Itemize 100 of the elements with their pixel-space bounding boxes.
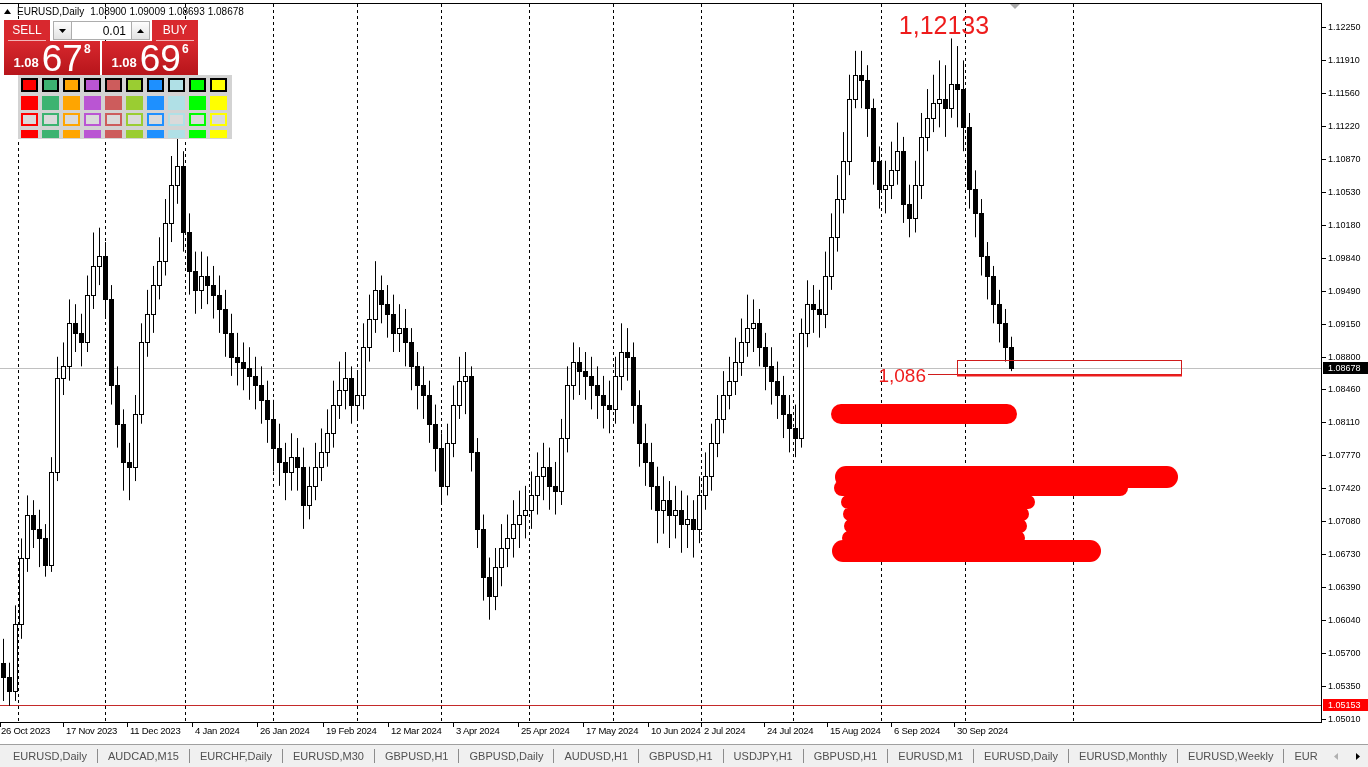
axis-price-label: 1.10180	[1328, 220, 1361, 231]
color-swatch[interactable]	[21, 95, 38, 110]
axis-price-label: 1.05010	[1328, 714, 1361, 725]
symbol-label: EURUSD,Daily	[17, 5, 85, 18]
ohlc-value: 1.08900	[90, 5, 127, 18]
date-label: 3 Apr 2024	[456, 725, 500, 737]
chart-tab[interactable]: EURUSD,M1	[888, 745, 974, 767]
chart-tab[interactable]: EURUSD,Daily	[3, 745, 97, 767]
color-swatch[interactable]	[126, 129, 143, 138]
ohlc-value: 1.08678	[207, 5, 244, 18]
color-swatch[interactable]	[105, 95, 122, 110]
buy-button[interactable]: BUY	[152, 20, 198, 41]
color-swatch[interactable]	[84, 113, 101, 126]
color-swatch[interactable]	[126, 113, 143, 126]
color-swatch[interactable]	[168, 78, 185, 92]
color-swatch[interactable]	[21, 78, 38, 92]
chart-tab[interactable]: AUDCAD,M15	[97, 745, 189, 767]
color-swatch[interactable]	[21, 113, 38, 126]
ohlc-value: 1.08693	[168, 5, 205, 18]
color-swatch[interactable]	[210, 129, 227, 138]
color-swatch[interactable]	[84, 129, 101, 138]
price-note: 1,086	[878, 364, 926, 386]
date-label: 24 Jul 2024	[767, 725, 814, 737]
caret-right-icon	[1356, 752, 1360, 760]
color-swatch[interactable]	[210, 78, 227, 92]
color-swatch[interactable]	[21, 129, 38, 138]
date-label: 19 Feb 2024	[326, 725, 377, 737]
axis-price-label: 1.08110	[1328, 417, 1360, 428]
axis-price-label: 1.11560	[1328, 88, 1360, 99]
color-swatch[interactable]	[42, 95, 59, 110]
date-label: 26 Jan 2024	[260, 725, 310, 737]
axis-price-label: 1.07770	[1328, 450, 1361, 461]
date-label: 4 Jan 2024	[195, 725, 240, 737]
caret-up-icon	[4, 9, 11, 14]
color-swatch[interactable]	[42, 113, 59, 126]
date-label: 2 Jul 2024	[704, 725, 746, 737]
chart-tab[interactable]: GBPUSD,H1	[374, 745, 459, 767]
color-swatch[interactable]	[126, 95, 143, 110]
color-swatch[interactable]	[168, 95, 185, 110]
date-label: 26 Oct 2023	[1, 725, 50, 737]
color-swatch[interactable]	[84, 95, 101, 110]
axis-price-label: 1.11220	[1328, 121, 1360, 132]
axis-price-label: 1.09490	[1328, 286, 1361, 297]
axis-price-label: 1.09840	[1328, 253, 1361, 264]
level-price-tag: 1.05153	[1323, 699, 1368, 711]
chart-tab[interactable]: USDJPY,H1	[723, 745, 803, 767]
chart-tab[interactable]: GBPUSD,H1	[639, 745, 723, 767]
caret-up-icon	[137, 28, 144, 33]
lot-up-button[interactable]	[131, 21, 150, 40]
sell-button[interactable]: SELL	[4, 20, 50, 41]
color-swatch[interactable]	[105, 78, 122, 92]
axis-price-label: 1.10870	[1328, 154, 1361, 165]
color-swatch[interactable]	[63, 113, 80, 126]
chart-tab[interactable]: EUR	[1284, 745, 1328, 767]
color-swatch[interactable]	[63, 129, 80, 138]
color-swatch[interactable]	[147, 78, 164, 92]
chart-tab[interactable]: EURUSD,M30	[283, 745, 374, 767]
color-swatch[interactable]	[210, 95, 227, 110]
chart-tab[interactable]: EURCHF,Daily	[189, 745, 282, 767]
triangle-icon[interactable]	[1010, 4, 1020, 9]
color-swatch[interactable]	[105, 113, 122, 126]
color-swatch[interactable]	[189, 78, 206, 92]
color-swatch[interactable]	[147, 129, 164, 138]
bid-price-tag: 1.08678	[1323, 362, 1368, 374]
axis-price-label: 1.07080	[1328, 516, 1361, 527]
price-note: 1,12133	[898, 11, 990, 39]
chart-tab[interactable]: EURUSD,Weekly	[1178, 745, 1284, 767]
color-swatch[interactable]	[147, 95, 164, 110]
chart-tab[interactable]: GBPUSD,Daily	[459, 745, 554, 767]
color-swatch[interactable]	[42, 129, 59, 138]
color-swatch[interactable]	[168, 129, 185, 138]
color-swatch[interactable]	[189, 129, 206, 138]
axis-price-label: 1.08460	[1328, 384, 1361, 395]
axis-price-label: 1.06390	[1328, 582, 1361, 593]
axis-price-label: 1.10530	[1328, 187, 1361, 198]
color-swatch[interactable]	[42, 78, 59, 92]
date-label: 10 Jun 2024	[651, 725, 701, 737]
axis-price-label: 1.08800	[1328, 352, 1361, 363]
color-swatch[interactable]	[84, 78, 101, 92]
color-swatch[interactable]	[147, 113, 164, 126]
chart-tab[interactable]: AUDUSD,H1	[554, 745, 639, 767]
color-swatch[interactable]	[189, 95, 206, 110]
date-label: 12 Mar 2024	[391, 725, 442, 737]
date-label: 30 Sep 2024	[957, 725, 1009, 737]
date-label: 6 Sep 2024	[894, 725, 941, 737]
color-swatch[interactable]	[126, 78, 143, 92]
color-swatch[interactable]	[63, 95, 80, 110]
caret-left-icon	[1334, 752, 1338, 760]
axis-price-label: 1.06040	[1328, 615, 1361, 626]
caret-down-icon	[59, 28, 66, 33]
chart-tab[interactable]: EURUSD,Monthly	[1069, 745, 1178, 767]
lot-input[interactable]: 0.01	[72, 21, 131, 40]
axis-price-label: 1.07420	[1328, 483, 1361, 494]
chart-tab[interactable]: GBPUSD,H1	[803, 745, 888, 767]
color-swatch[interactable]	[63, 78, 80, 92]
lot-down-button[interactable]	[53, 21, 72, 40]
axis-price-label: 1.05350	[1328, 681, 1361, 692]
color-swatch[interactable]	[105, 129, 122, 138]
chart-tab[interactable]: EURUSD,Daily	[974, 745, 1069, 767]
date-label: 25 Apr 2024	[521, 725, 570, 737]
